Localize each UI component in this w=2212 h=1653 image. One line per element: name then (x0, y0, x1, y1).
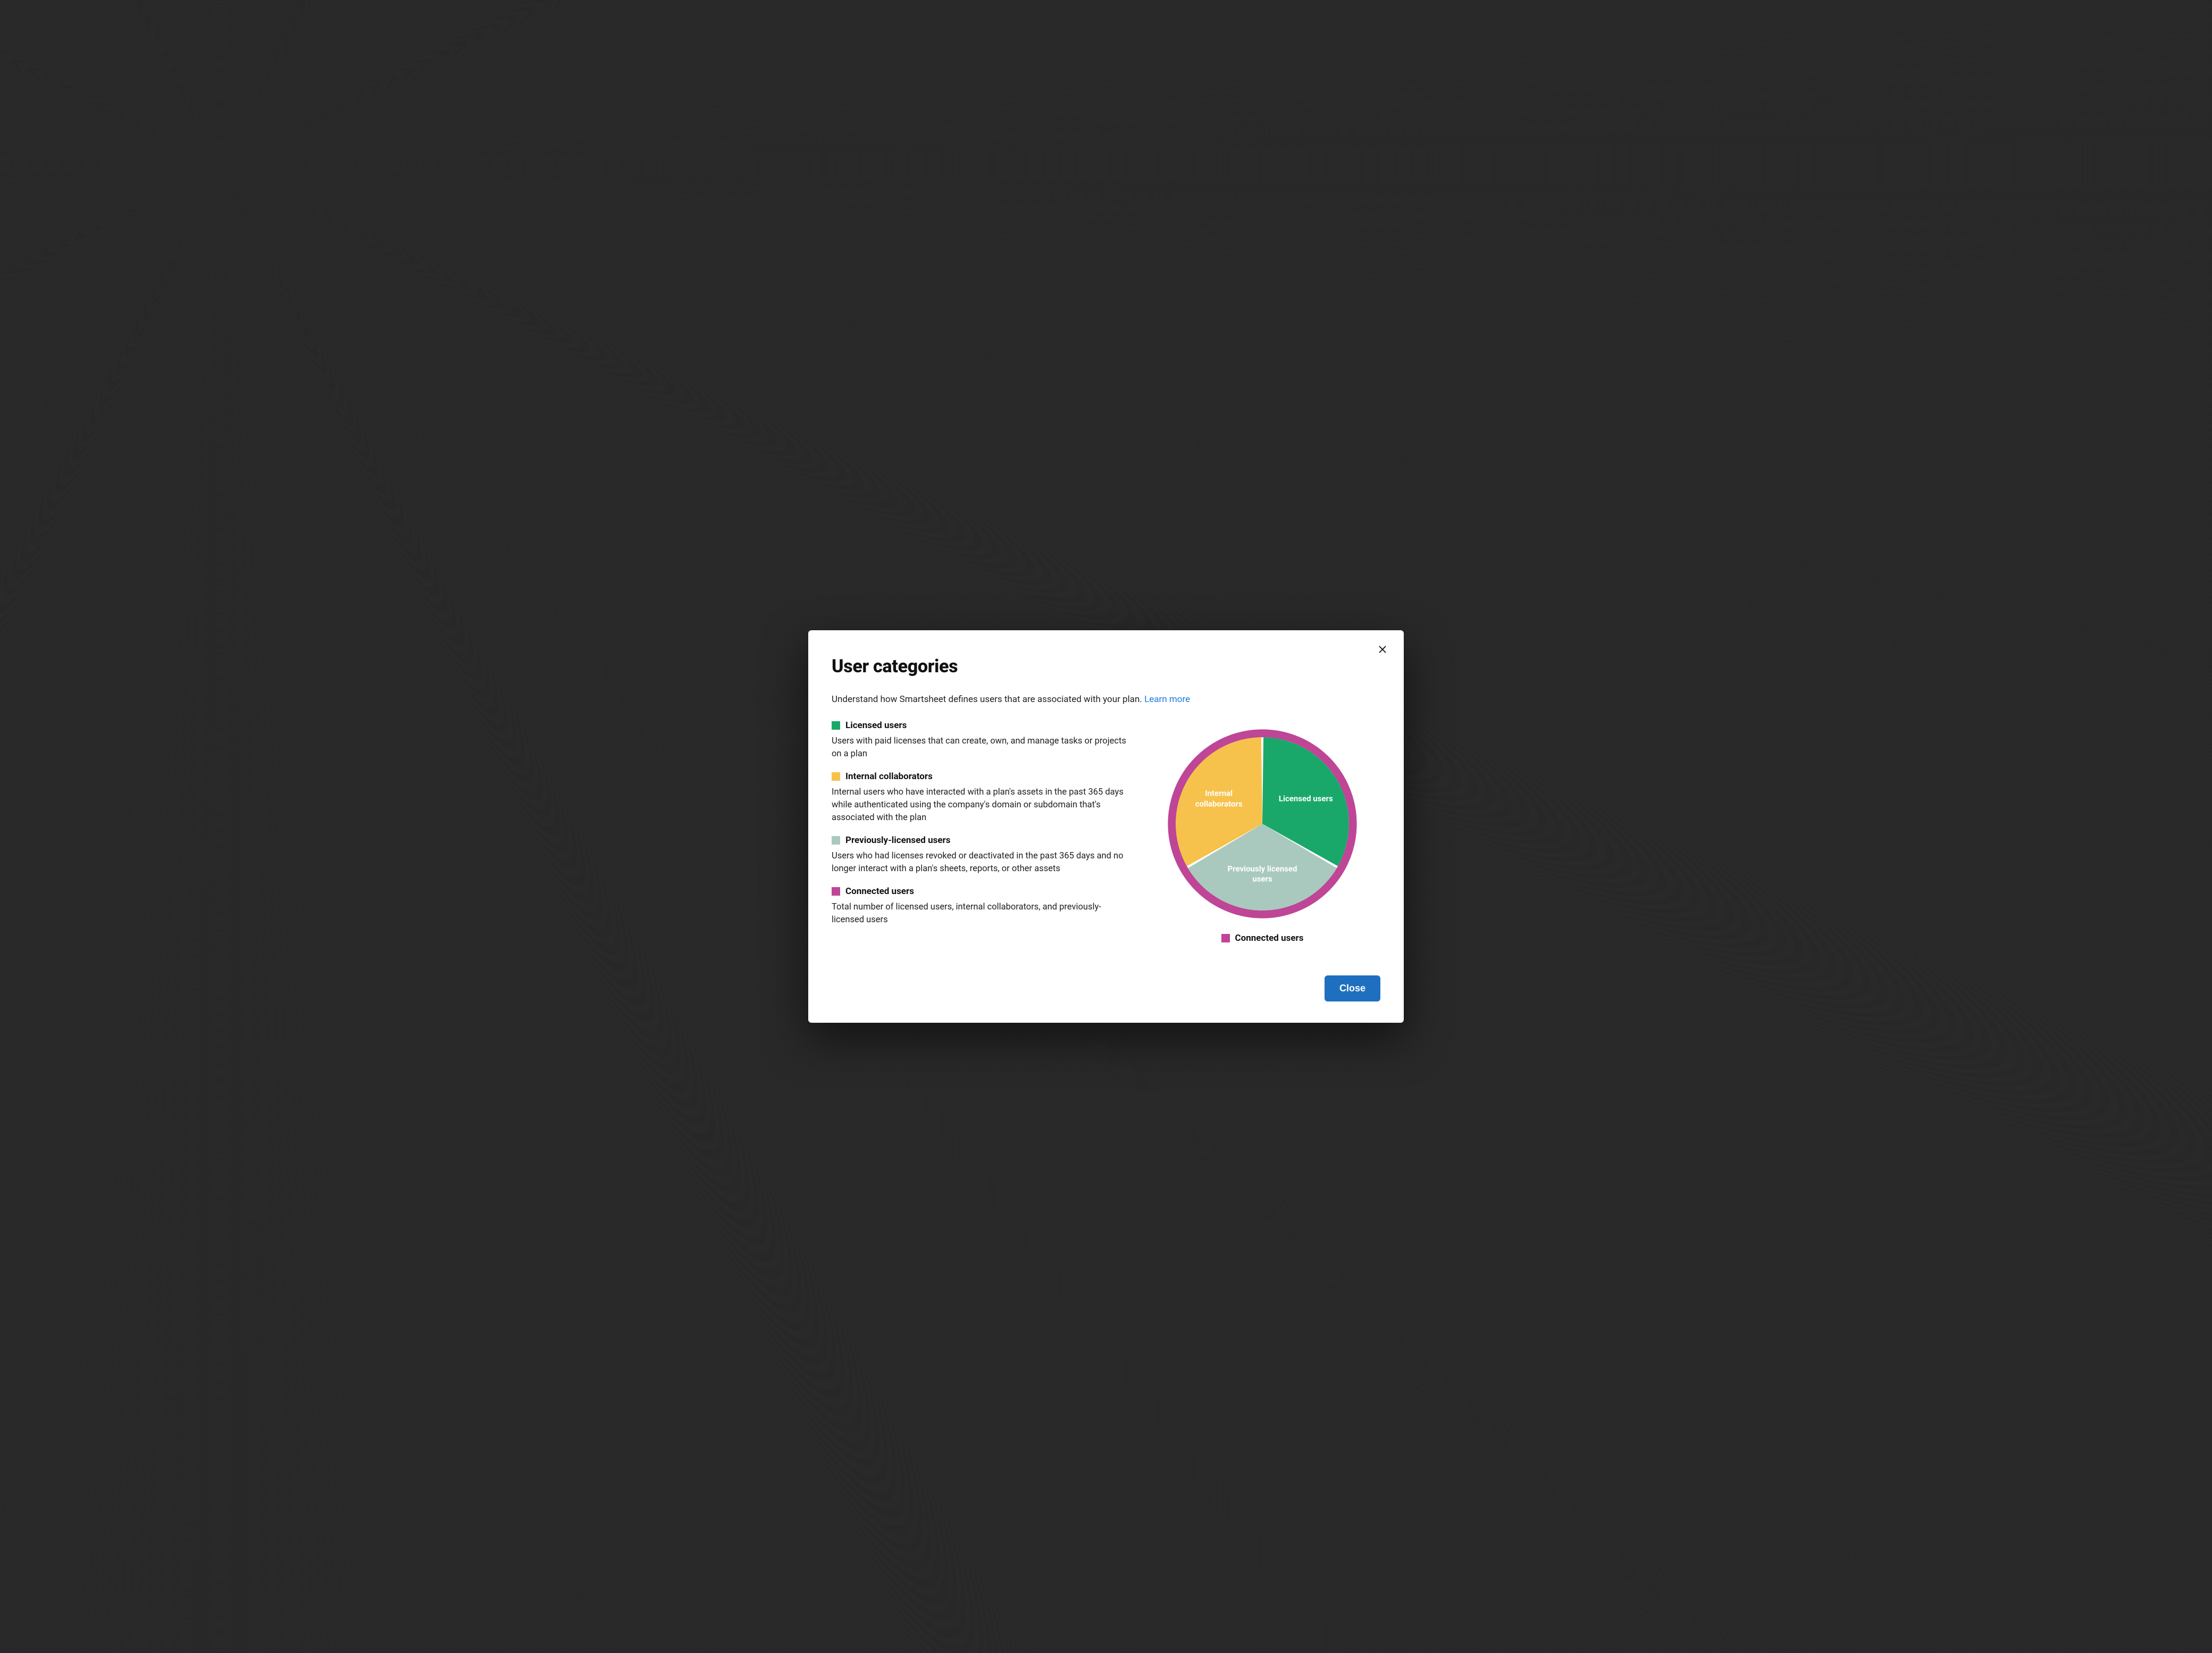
category-connected: Connected users Total number of licensed… (832, 886, 1129, 926)
category-name: Previously-licensed users (845, 835, 950, 846)
chart-area: Licensed users Previously licensed users I… (1151, 720, 1374, 944)
learn-more-link[interactable]: Learn more (1144, 694, 1190, 705)
category-description: Internal users who have interacted with … (832, 786, 1129, 824)
category-name: Connected users (845, 886, 914, 897)
dialog-footer: Close (832, 975, 1380, 1001)
category-previous: Previously-licensed users Users who had … (832, 835, 1129, 875)
swatch-internal-icon (832, 772, 840, 781)
swatch-licensed-icon (832, 721, 840, 730)
category-list: Licensed users Users with paid licenses … (832, 720, 1129, 937)
pie-chart: Licensed users Previously licensed users I… (1164, 725, 1361, 922)
swatch-previous-icon (832, 836, 840, 845)
swatch-connected-ring-icon (1221, 934, 1230, 942)
chart-ring-legend: Connected users (1221, 933, 1304, 944)
close-icon[interactable] (1375, 642, 1390, 657)
category-name: Licensed users (845, 720, 907, 731)
close-button[interactable]: Close (1325, 975, 1380, 1001)
pie-slice-label: Internal collaborators (1182, 789, 1256, 809)
swatch-connected-icon (832, 887, 840, 896)
intro-text: Understand how Smartsheet defines users … (832, 694, 1144, 705)
category-description: Users who had licenses revoked or deacti… (832, 850, 1129, 875)
category-licensed: Licensed users Users with paid licenses … (832, 720, 1129, 761)
dialog-title: User categories (832, 656, 1380, 677)
dialog-intro: Understand how Smartsheet defines users … (832, 693, 1380, 707)
category-name: Internal collaborators (845, 771, 933, 782)
dialog-content: Licensed users Users with paid licenses … (832, 720, 1380, 944)
pie-slice-label: Previously licensed users (1225, 864, 1300, 884)
pie-slice-label: Licensed users (1279, 794, 1333, 804)
category-description: Total number of licensed users, internal… (832, 901, 1129, 926)
user-categories-dialog: User categories Understand how Smartshee… (808, 630, 1404, 1023)
category-internal: Internal collaborators Internal users wh… (832, 771, 1129, 824)
category-description: Users with paid licenses that can create… (832, 735, 1129, 761)
chart-ring-label: Connected users (1235, 933, 1304, 944)
